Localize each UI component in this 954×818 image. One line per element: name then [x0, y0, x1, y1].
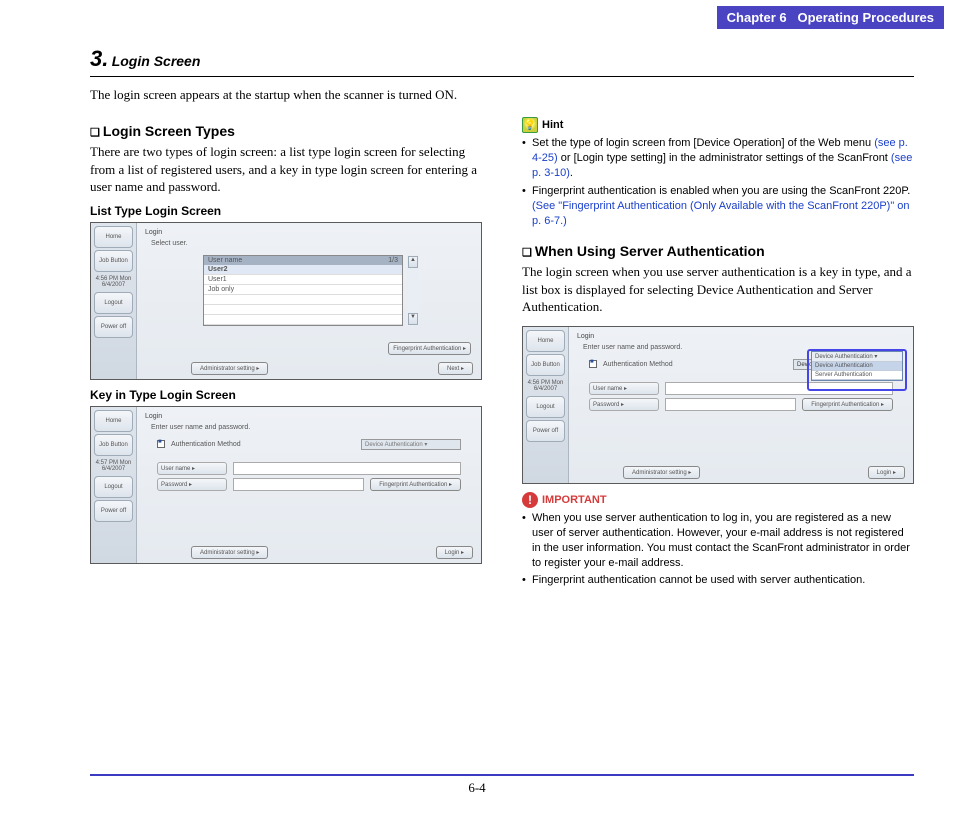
server-auth-screenshot: Home Job Button 4:56 PM Mon 6/4/2007 Log…	[522, 326, 914, 484]
chapter-header: Chapter 6 Operating Procedures	[717, 6, 944, 29]
list-item[interactable]	[204, 295, 402, 305]
dropdown-option[interactable]: Device Authentication ▾	[812, 352, 902, 362]
scroll-up-icon[interactable]: ▲	[408, 256, 418, 268]
admin-setting-button[interactable]: Administrator setting ▸	[191, 362, 268, 375]
home-button[interactable]: Home	[94, 226, 133, 248]
job-button[interactable]: Job Button	[94, 250, 133, 272]
user-list[interactable]: User name 1/3 User2 User1 Job only	[203, 255, 403, 326]
home-button[interactable]: Home	[526, 330, 565, 352]
login-types-heading: Login Screen Types	[90, 123, 482, 139]
logout-button[interactable]: Logout	[94, 476, 133, 498]
list-item[interactable]	[204, 315, 402, 325]
job-button[interactable]: Job Button	[526, 354, 565, 376]
fingerprint-button[interactable]: Fingerprint Authentication ▸	[370, 478, 461, 491]
login-button[interactable]: Login ▸	[436, 546, 473, 559]
auth-method-label: Authentication Method	[603, 361, 673, 368]
chapter-num: Chapter 6	[727, 10, 787, 25]
clock: 4:56 PM Mon 6/4/2007	[94, 274, 133, 290]
important-item: When you use server authentication to lo…	[522, 511, 914, 572]
scrollbar[interactable]: ▲ ▼	[407, 255, 419, 326]
panel-title: Login	[145, 229, 473, 236]
list-item[interactable]	[204, 305, 402, 315]
section-intro: The login screen appears at the startup …	[90, 87, 914, 103]
power-button[interactable]: Power off	[526, 420, 565, 442]
link-p67[interactable]: (See "Fingerprint Authentication (Only A…	[532, 200, 910, 227]
page-number: 6-4	[0, 780, 954, 796]
username-field[interactable]	[233, 462, 461, 475]
panel-title: Login	[145, 413, 473, 420]
job-button[interactable]: Job Button	[94, 434, 133, 456]
fingerprint-button[interactable]: Fingerprint Authentication ▸	[388, 342, 471, 355]
important-icon: !	[522, 492, 538, 508]
auth-method-dropdown: Device Authentication ▾	[361, 439, 461, 450]
auth-checkbox[interactable]	[589, 360, 597, 368]
key-in-screenshot: Home Job Button 4:57 PM Mon 6/4/2007 Log…	[90, 406, 482, 564]
clock: 4:57 PM Mon 6/4/2007	[94, 458, 133, 474]
password-label[interactable]: Password ▸	[157, 478, 227, 491]
admin-setting-button[interactable]: Administrator setting ▸	[623, 466, 700, 479]
section-number: 3.	[90, 46, 108, 71]
instruction: Select user.	[151, 240, 473, 247]
ss-sidebar: Home Job Button 4:57 PM Mon 6/4/2007 Log…	[91, 407, 137, 563]
server-auth-body: The login screen when you use server aut…	[522, 263, 914, 316]
clock: 4:56 PM Mon 6/4/2007	[526, 378, 565, 394]
section-title: Login Screen	[112, 53, 201, 69]
chapter-title: Operating Procedures	[797, 10, 934, 25]
left-column: Login Screen Types There are two types o…	[90, 117, 482, 591]
server-auth-heading: When Using Server Authentication	[522, 243, 914, 259]
ss-sidebar: Home Job Button 4:56 PM Mon 6/4/2007 Log…	[91, 223, 137, 379]
next-button[interactable]: Next ▸	[438, 362, 473, 375]
password-field[interactable]	[233, 478, 364, 491]
auth-checkbox[interactable]	[157, 440, 165, 448]
panel-title: Login	[577, 333, 905, 340]
important-label: IMPORTANT	[542, 494, 607, 506]
list-item[interactable]: Job only	[204, 285, 402, 295]
list-item[interactable]: User1	[204, 275, 402, 285]
dropdown-option[interactable]: Server Authentication	[812, 371, 902, 380]
home-button[interactable]: Home	[94, 410, 133, 432]
password-label[interactable]: Password ▸	[589, 398, 659, 411]
hint-list: Set the type of login screen from [Devic…	[522, 136, 914, 229]
login-button[interactable]: Login ▸	[868, 466, 905, 479]
login-types-body: There are two types of login screen: a l…	[90, 143, 482, 196]
logout-button[interactable]: Logout	[526, 396, 565, 418]
hint-label: Hint	[542, 119, 563, 131]
right-column: 💡 Hint Set the type of login screen from…	[522, 117, 914, 591]
scroll-down-icon[interactable]: ▼	[408, 313, 418, 325]
username-label[interactable]: User name ▸	[157, 462, 227, 475]
list-type-screenshot: Home Job Button 4:56 PM Mon 6/4/2007 Log…	[90, 222, 482, 380]
list-type-label: List Type Login Screen	[90, 204, 482, 218]
power-button[interactable]: Power off	[94, 316, 133, 338]
page-indicator: 1/3	[388, 257, 398, 264]
dropdown-option[interactable]: Device Authentication	[812, 362, 902, 371]
footer-rule	[90, 774, 914, 776]
username-label[interactable]: User name ▸	[589, 382, 659, 395]
page-body: 3. Login Screen The login screen appears…	[90, 46, 914, 591]
section-heading: 3. Login Screen	[90, 46, 914, 77]
auth-method-label: Authentication Method	[171, 441, 241, 448]
key-in-label: Key in Type Login Screen	[90, 388, 482, 402]
fingerprint-button[interactable]: Fingerprint Authentication ▸	[802, 398, 893, 411]
power-button[interactable]: Power off	[94, 500, 133, 522]
hint-icon: 💡	[522, 117, 538, 133]
auth-method-listbox[interactable]: Device Authentication ▾ Device Authentic…	[811, 351, 903, 381]
important-item: Fingerprint authentication cannot be use…	[522, 573, 914, 588]
col-header: User name	[208, 257, 242, 264]
hint-item: Set the type of login screen from [Devic…	[522, 136, 914, 182]
logout-button[interactable]: Logout	[94, 292, 133, 314]
admin-setting-button[interactable]: Administrator setting ▸	[191, 546, 268, 559]
instruction: Enter user name and password.	[151, 424, 473, 431]
important-list: When you use server authentication to lo…	[522, 511, 914, 589]
password-field[interactable]	[665, 398, 796, 411]
ss-sidebar: Home Job Button 4:56 PM Mon 6/4/2007 Log…	[523, 327, 569, 483]
hint-item: Fingerprint authentication is enabled wh…	[522, 184, 914, 230]
list-item[interactable]: User2	[204, 265, 402, 275]
